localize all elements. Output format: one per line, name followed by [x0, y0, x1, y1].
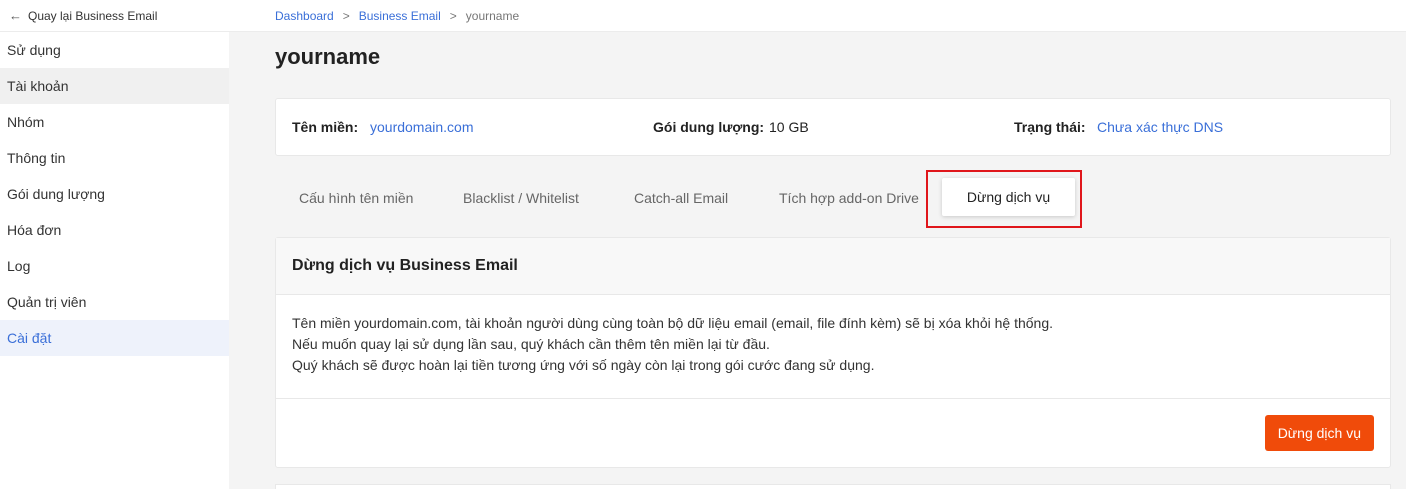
tab-blacklist-whitelist[interactable]: Blacklist / Whitelist: [463, 190, 579, 206]
sidebar-item-log[interactable]: Log: [0, 248, 229, 284]
tab-domain-config[interactable]: Cấu hình tên miền: [299, 190, 413, 206]
back-to-business-email-link[interactable]: ← Quay lại Business Email: [0, 0, 229, 32]
sidebar-item-cai-dat[interactable]: Cài đặt: [0, 320, 229, 356]
description-line: Nếu muốn quay lại sử dụng lần sau, quý k…: [292, 336, 770, 352]
stop-service-button[interactable]: Dừng dịch vụ: [1264, 415, 1374, 451]
sidebar-item-quan-tri-vien[interactable]: Quản trị viên: [0, 284, 229, 320]
breadcrumb-current: yourname: [465, 8, 520, 23]
tab-stop-service[interactable]: Dừng dịch vụ: [942, 178, 1075, 216]
breadcrumb-business-email[interactable]: Business Email: [359, 9, 441, 23]
back-label: Quay lại Business Email: [28, 8, 158, 23]
panel-description: Tên miền yourdomain.com, tài khoản người…: [276, 295, 1390, 399]
stop-service-panel: Dừng dịch vụ Business Email Tên miền you…: [275, 237, 1391, 468]
sidebar: ← Quay lại Business Email Sử dụng Tài kh…: [0, 0, 229, 489]
sidebar-item-hoa-don[interactable]: Hóa đơn: [0, 212, 229, 248]
breadcrumb: Dashboard > Business Email > yourname: [229, 0, 1406, 32]
sidebar-item-thong-tin[interactable]: Thông tin: [0, 140, 229, 176]
page-title: yourname: [275, 44, 381, 69]
status-label: Trạng thái:: [1014, 119, 1086, 135]
description-line: Quý khách sẽ được hoàn lại tiền tương ứn…: [292, 357, 875, 373]
sidebar-item-goi-dung-luong[interactable]: Gói dung lượng: [0, 176, 229, 212]
description-line: Tên miền yourdomain.com, tài khoản người…: [292, 315, 1054, 331]
plan-label: Gói dung lượng:: [653, 119, 765, 135]
breadcrumb-separator: >: [342, 8, 350, 23]
breadcrumb-dashboard[interactable]: Dashboard: [275, 9, 334, 23]
panel-title: Dừng dịch vụ Business Email: [276, 238, 1390, 295]
domain-label: Tên miền:: [292, 119, 359, 135]
sidebar-item-tai-khoan[interactable]: Tài khoản: [0, 68, 229, 104]
sidebar-item-su-dung[interactable]: Sử dụng: [0, 32, 229, 68]
arrow-left-icon: ←: [9, 8, 22, 23]
sidebar-menu: Sử dụng Tài khoản Nhóm Thông tin Gói dun…: [0, 32, 229, 356]
tab-drive-addon[interactable]: Tích hợp add-on Drive: [779, 190, 919, 206]
domain-value[interactable]: yourdomain.com: [370, 119, 474, 135]
plan-value: 10 GB: [769, 119, 809, 135]
sidebar-item-nhom[interactable]: Nhóm: [0, 104, 229, 140]
breadcrumb-separator: >: [449, 8, 457, 23]
next-panel-edge: [275, 484, 1391, 489]
status-value[interactable]: Chưa xác thực DNS: [1097, 119, 1223, 135]
panel-footer: Dừng dịch vụ: [276, 399, 1390, 467]
tab-catch-all-email[interactable]: Catch-all Email: [634, 190, 728, 206]
domain-info-card: Tên miền: yourdomain.com Gói dung lượng:…: [275, 98, 1391, 156]
